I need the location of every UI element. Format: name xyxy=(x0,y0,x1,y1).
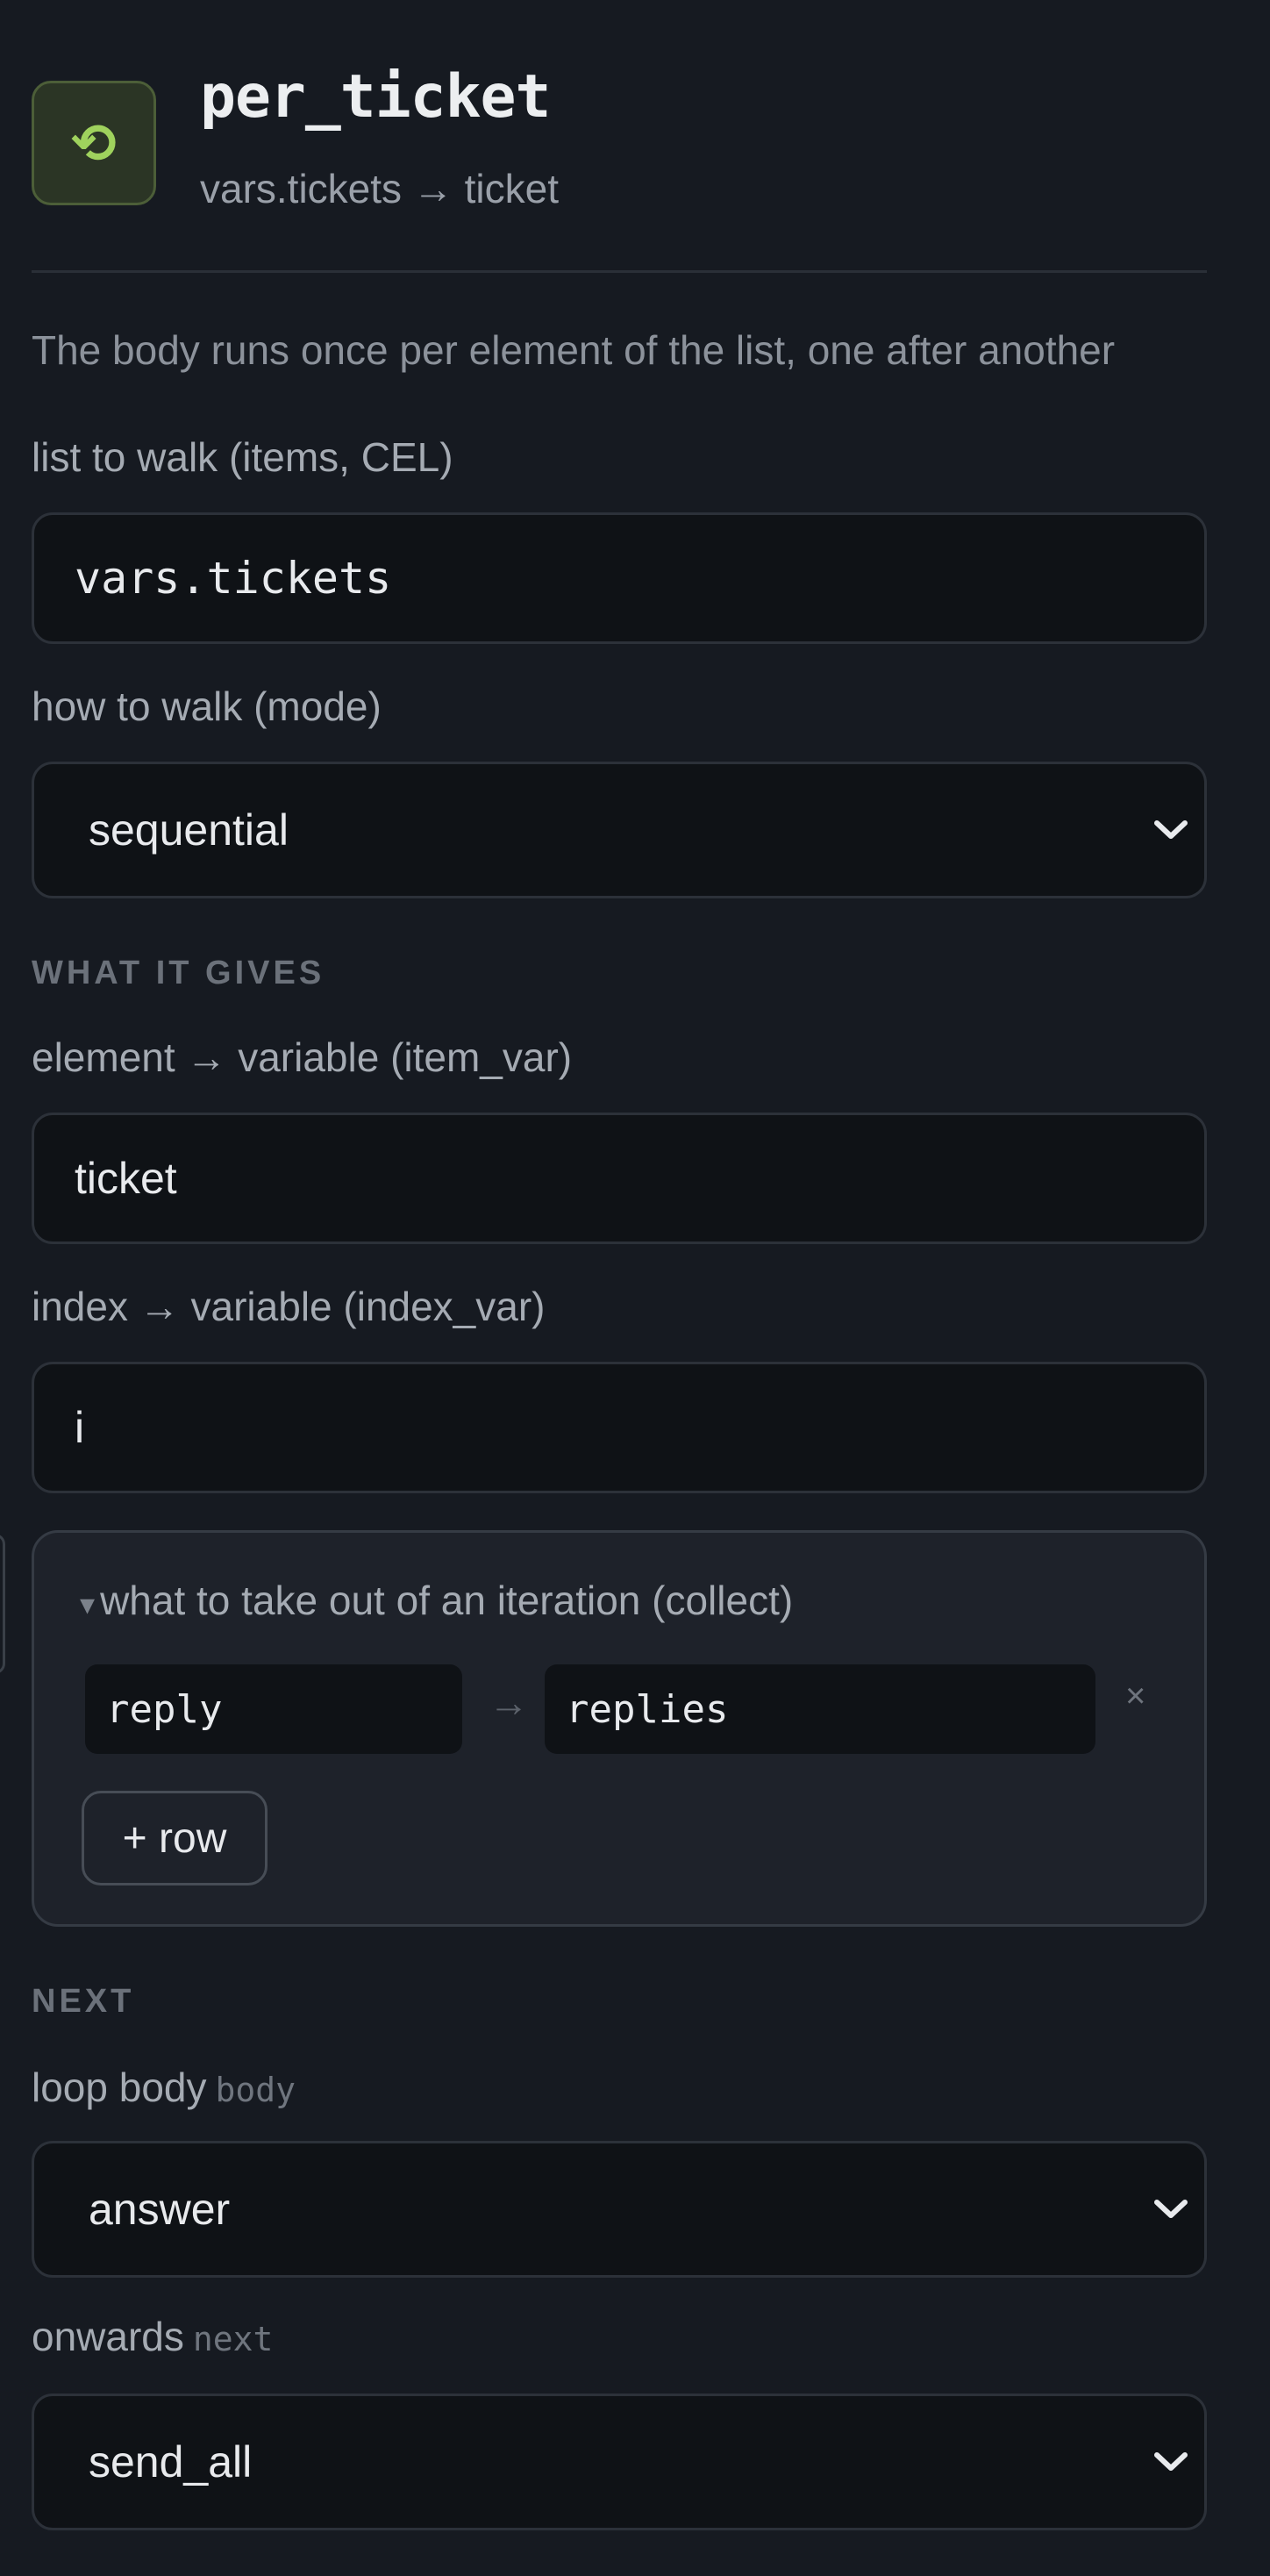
onwards-tag: next xyxy=(192,2320,274,2358)
section-next: NEXT xyxy=(32,1983,135,2020)
item-var-input[interactable]: ticket xyxy=(32,1113,1207,1244)
onwards-select-value: send_all xyxy=(89,2437,253,2487)
mode-label: how to walk (mode) xyxy=(32,683,382,729)
item-var-label: element → variable (item_var) xyxy=(32,1034,573,1080)
collect-to-input[interactable]: replies xyxy=(545,1664,1095,1754)
loop-body-tag: body xyxy=(215,2071,296,2109)
loop-arrow-icon: ⟲ xyxy=(32,81,156,205)
items-input[interactable]: vars.tickets xyxy=(32,512,1207,644)
item-var-input-value: ticket xyxy=(75,1154,177,1203)
collect-from-input[interactable]: reply xyxy=(85,1664,462,1754)
loop-arrow-glyph: ⟲ xyxy=(71,113,117,175)
chevron-down-icon xyxy=(1154,2200,1188,2218)
loop-node-inspector: ⟲ per_ticket vars.tickets → ticket The b… xyxy=(32,0,1207,2530)
remove-row-button[interactable]: × xyxy=(1125,1677,1145,1716)
loop-body-select[interactable]: answer xyxy=(32,2141,1207,2278)
chevron-down-icon xyxy=(1154,820,1188,839)
collapse-triangle-icon: ▾ xyxy=(80,1588,96,1621)
node-title: per_ticket xyxy=(200,62,551,132)
items-label: list to walk (items, CEL) xyxy=(32,434,453,480)
node-description: The body runs once per element of the li… xyxy=(32,327,1116,373)
index-var-input-value: i xyxy=(75,1403,85,1452)
items-input-value: vars.tickets xyxy=(75,553,392,604)
mode-select-value: sequential xyxy=(89,805,289,855)
loop-body-select-value: answer xyxy=(89,2185,231,2234)
collect-panel: ▾ what to take out of an iteration (colle… xyxy=(32,1530,1207,1927)
arrow-right-icon: → xyxy=(489,1679,529,1725)
onwards-label-text: onwards xyxy=(32,2314,184,2359)
index-var-input[interactable]: i xyxy=(32,1362,1207,1493)
node-header: ⟲ per_ticket vars.tickets → ticket xyxy=(32,0,1207,273)
section-what-it-gives: WHAT IT GIVES xyxy=(32,955,325,991)
index-var-label: index → variable (index_var) xyxy=(32,1284,546,1329)
mode-select[interactable]: sequential xyxy=(32,762,1207,898)
onwards-select[interactable]: send_all xyxy=(32,2394,1207,2530)
loop-body-label: loop body body xyxy=(32,2064,296,2111)
collect-toggle[interactable]: ▾ what to take out of an iteration (colle… xyxy=(80,1577,793,1624)
collect-title: what to take out of an iteration (collec… xyxy=(100,1578,794,1623)
side-panel-edge xyxy=(0,1534,5,1674)
onwards-label: onwards next xyxy=(32,2313,273,2360)
loop-body-label-text: loop body xyxy=(32,2064,207,2110)
chevron-down-icon xyxy=(1154,2452,1188,2471)
add-row-button[interactable]: + row xyxy=(82,1791,268,1885)
node-subtitle: vars.tickets → ticket xyxy=(200,166,559,211)
